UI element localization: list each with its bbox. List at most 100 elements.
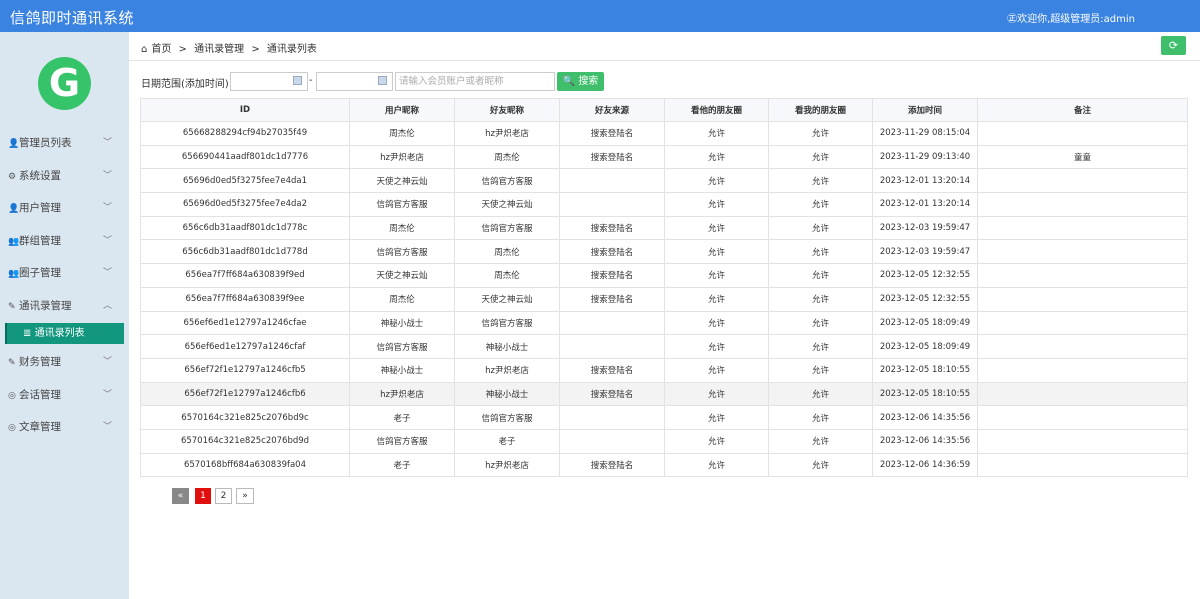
table-cell <box>977 334 1188 359</box>
table-cell: 搜索登陆名 <box>559 452 665 478</box>
table-cell: 656ef6ed1e12797a1246cfae <box>140 310 350 336</box>
sidebar-item[interactable]: ◎ 会话管理 ﹀ <box>0 379 129 412</box>
table-cell: 2023-12-05 18:10:55 <box>872 381 978 407</box>
table-row[interactable]: 65696d0ed5f3275fee7e4da2 信鸽官方客服 天使之神云灿 允许 允许… <box>140 192 1188 217</box>
table-cell: 允许 <box>768 263 873 288</box>
sidebar-item[interactable]: 👤用户管理 ﹀ <box>0 192 129 225</box>
table-cell: 2023-12-05 12:32:55 <box>872 263 978 288</box>
table-row[interactable]: 656ef6ed1e12797a1246cfae 神秘小战士 信鸽官方客服 允许 允许 2… <box>140 310 1188 336</box>
table-row[interactable]: 656ef72f1e12797a1246cfb6 hz尹炽老店 神秘小战士 搜索登陆名… <box>140 381 1188 407</box>
chevron-icon: ︿ <box>102 300 112 311</box>
user-icon: 👤 <box>8 139 20 149</box>
pager-page-2[interactable]: 2 <box>215 488 232 504</box>
table-cell: 656ea7f7ff684a630839f9ed <box>140 263 350 288</box>
table-row[interactable]: 656ef72f1e12797a1246cfb5 神秘小战士 hz尹炽老店 搜索登陆名… <box>140 357 1188 383</box>
table-cell: 656c6db31aadf801dc1d778c <box>140 215 350 241</box>
end-date-input[interactable] <box>316 72 393 91</box>
table-cell: 搜索登陆名 <box>559 381 665 407</box>
table-cell: 允许 <box>664 381 769 407</box>
table-row[interactable]: 6570164c321e825c2076bd9d 信鸽官方客服 老子 允许 允许 2023… <box>140 428 1188 454</box>
table-header-row: ID 用户昵称 好友昵称 好友来源 看他的朋友圈 看我的朋友圈 添加时间 备注 <box>140 98 1188 122</box>
table-row[interactable]: 6570164c321e825c2076bd9c 老子 信鸽官方客服 允许 允许 2023… <box>140 405 1188 430</box>
table-cell: 2023-12-01 13:20:14 <box>872 192 978 217</box>
table-cell: 允许 <box>768 239 873 265</box>
table-cell <box>977 192 1188 217</box>
table-cell: 搜索登陆名 <box>559 239 665 265</box>
start-date-input[interactable] <box>230 72 308 91</box>
calendar-icon <box>378 76 387 85</box>
table-cell: 2023-12-03 19:59:47 <box>872 215 978 241</box>
pager-next-button[interactable]: » <box>236 488 254 504</box>
table-row[interactable]: 656ea7f7ff684a630839f9ee 周杰伦 天使之神云灿 搜索登陆名 允许… <box>140 286 1188 312</box>
table-row[interactable]: 656c6db31aadf801dc1d778d 信鸽官方客服 周杰伦 搜索登陆名 允许… <box>140 239 1188 265</box>
table-cell <box>977 405 1188 430</box>
table-cell: 允许 <box>664 428 769 454</box>
date-range-dash: - <box>309 75 313 86</box>
sidebar-item-label: 圈子管理 <box>19 267 61 279</box>
column-header: 好友来源 <box>559 98 665 122</box>
table-row[interactable]: 65696d0ed5f3275fee7e4da1 天使之神云灿 信鸽官方客服 允许 允许… <box>140 168 1188 194</box>
table-cell: 天使之神云灿 <box>349 263 455 288</box>
table-cell <box>977 286 1188 312</box>
chat-icon: ◎ <box>8 423 16 433</box>
table-cell: 656ef72f1e12797a1246cfb6 <box>140 381 350 407</box>
divider <box>129 60 1200 61</box>
table-cell <box>977 381 1188 407</box>
member-search-input[interactable] <box>395 72 555 91</box>
column-header: 备注 <box>977 98 1188 122</box>
table-row[interactable]: 6570168bff684a630839fa04 老子 hz尹炽老店 搜索登陆名 允许允… <box>140 452 1188 478</box>
chat-icon: ◎ <box>8 390 16 401</box>
table-cell: 搜索登陆名 <box>559 144 665 170</box>
search-button[interactable]: 🔍 搜索 <box>557 72 604 91</box>
table-cell <box>559 310 665 336</box>
sidebar: G 👤管理员列表 ﹀ ⚙ 系统设置 ﹀ 👤用户管理 ﹀ 👥群组管理 ﹀ 👥圈子管理 ﹀ ✎ 通讯录管理 ︿… <box>0 32 129 599</box>
pager-page-1[interactable]: 1 <box>195 488 211 504</box>
table-row[interactable]: 656c6db31aadf801dc1d778c 周杰伦 信鸽官方客服 搜索登陆名 允许… <box>140 215 1188 241</box>
pager-prev-button[interactable]: « <box>172 488 189 504</box>
refresh-button[interactable]: ⟳ <box>1161 36 1186 55</box>
table-cell: 2023-12-05 18:09:49 <box>872 310 978 336</box>
column-header: ID <box>140 98 350 122</box>
breadcrumb-home[interactable]: 首页 <box>151 44 171 55</box>
table-cell <box>559 405 665 430</box>
sidebar-item-label: 财务管理 <box>19 356 61 368</box>
sidebar-item[interactable]: 👥圈子管理 ﹀ <box>0 257 129 290</box>
table-cell <box>977 215 1188 241</box>
table-cell: 允许 <box>768 121 873 146</box>
sidebar-item[interactable]: 👥群组管理 ﹀ <box>0 225 129 258</box>
sidebar-item[interactable]: ✎ 通讯录管理 ︿ <box>0 290 129 323</box>
table-cell: 允许 <box>664 144 769 170</box>
table-cell: 允许 <box>768 286 873 312</box>
table-row[interactable]: 656ea7f7ff684a630839f9ed 天使之神云灿 周杰伦 搜索登陆名 允许… <box>140 263 1188 288</box>
table-row[interactable]: 656ef6ed1e12797a1246cfaf 信鸽官方客服 神秘小战士 允许 允许 2… <box>140 334 1188 359</box>
table-cell: 656ef6ed1e12797a1246cfaf <box>140 334 350 359</box>
table-cell: 搜索登陆名 <box>559 121 665 146</box>
table-cell: 允许 <box>768 357 873 383</box>
table-cell: 信鸽官方客服 <box>454 405 560 430</box>
table-cell: 65696d0ed5f3275fee7e4da1 <box>140 168 350 194</box>
table-row[interactable]: 656690441aadf801dc1d7776 hz尹炽老店 周杰伦 搜索登陆名 允许… <box>140 144 1188 170</box>
group-icon: 👥 <box>8 236 20 247</box>
sidebar-item[interactable]: ◎ 文章管理 ﹀ <box>0 411 129 444</box>
sidebar-item[interactable]: ✎ 财务管理 ﹀ <box>0 346 129 379</box>
table-row[interactable]: 65668288294cf94b27035f49 周杰伦 hz尹炽老店 搜索登陆名 允许… <box>140 121 1188 146</box>
table-cell: 周杰伦 <box>454 239 560 265</box>
sidebar-subitem-contacts-list[interactable]: ≣ 通讯录列表 <box>5 323 124 344</box>
list-icon: ≣ <box>23 328 32 339</box>
table-cell <box>977 239 1188 265</box>
table-cell: 允许 <box>768 428 873 454</box>
table-cell: 2023-12-05 18:10:55 <box>872 357 978 383</box>
breadcrumb-section[interactable]: 通讯录管理 <box>194 44 244 55</box>
table-cell: 天使之神云灿 <box>454 286 560 312</box>
table-cell: hz尹炽老店 <box>454 357 560 383</box>
table-cell: 搜索登陆名 <box>559 263 665 288</box>
table-cell: 允许 <box>768 334 873 359</box>
column-header: 添加时间 <box>872 98 978 122</box>
table-cell: 2023-12-06 14:35:56 <box>872 405 978 430</box>
sidebar-item[interactable]: 👤管理员列表 ﹀ <box>0 127 129 160</box>
table-cell: 2023-12-03 19:59:47 <box>872 239 978 265</box>
table-cell: 6570164c321e825c2076bd9d <box>140 428 350 454</box>
gear-icon: ⚙ <box>8 171 17 182</box>
table-cell: 信鸽官方客服 <box>349 428 455 454</box>
sidebar-item[interactable]: ⚙ 系统设置 ﹀ <box>0 160 129 193</box>
